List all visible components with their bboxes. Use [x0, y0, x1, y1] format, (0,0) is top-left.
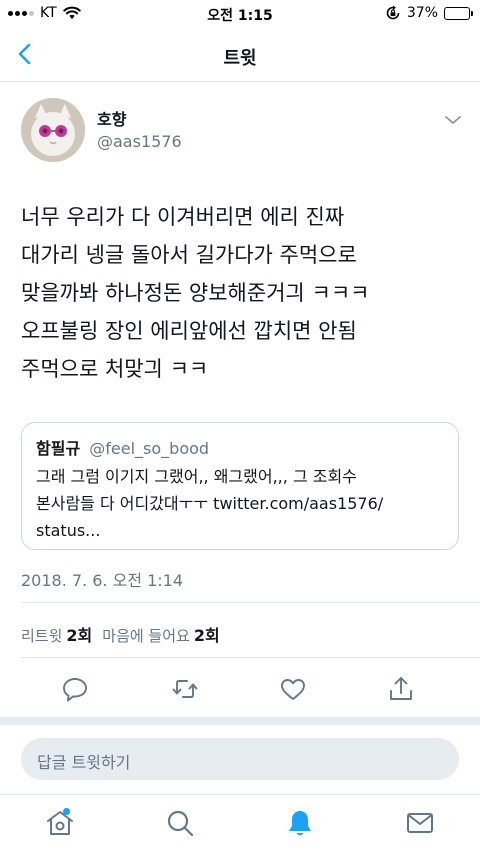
reply-icon [63, 678, 87, 702]
messages-icon [407, 813, 433, 833]
quoted-tweet-header: 함필규 @feel_so_bood [36, 435, 209, 459]
retweet-stat-label: 리트윗 [21, 627, 63, 645]
tweet-text-line: 오프불링 장인 에리앞에선 깝치면 안됨 [21, 319, 357, 343]
back-button[interactable] [10, 38, 42, 70]
page-title: 트윗 [223, 48, 257, 69]
tweet-detail-screen: KT 오전 1:15 37% 트윗 호향 @aas1576 너무 우리가 다 이… [0, 0, 480, 854]
avatar[interactable] [21, 98, 85, 162]
retweet-button[interactable] [170, 674, 200, 704]
quoted-author-handle: @feel_so_bood [89, 439, 210, 458]
share-button[interactable] [386, 674, 416, 704]
tweet-text-line: 대가리 넹글 돌아서 길가다가 주먹으로 [21, 243, 357, 267]
tab-search[interactable] [164, 807, 196, 839]
tweet-text-line: 주먹으로 처맞긔 ㅋㅋ [21, 357, 209, 381]
bottom-tab-bar [0, 794, 480, 854]
quoted-text-line: 그래 그럼 이기지 그랬어,, 왜그랬어,,, 그 조회수 [36, 467, 357, 486]
tweet-text: 너무 우리가 다 이겨버리면 에리 진짜 대가리 넹글 돌아서 길가다가 주먹으… [21, 198, 471, 388]
retweet-icon [172, 680, 198, 698]
quoted-author-name: 함필규 [36, 439, 81, 458]
tweet-timestamp: 2018. 7. 6. 오전 1:14 [21, 571, 184, 590]
nav-bar: 트윗 [0, 28, 480, 82]
like-count: 2회 [193, 626, 220, 645]
tab-messages[interactable] [404, 807, 436, 839]
engagement-stats: 리트윗 2회 마음에 들어요 2회 [21, 622, 220, 646]
status-bar: KT 오전 1:15 37% [0, 0, 480, 28]
home-icon [47, 811, 73, 835]
battery-icon [444, 6, 473, 20]
section-separator [0, 717, 480, 725]
quoted-tweet-card[interactable]: 함필규 @feel_so_bood 그래 그럼 이기지 그랬어,, 왜그랬어,,… [21, 422, 459, 550]
quoted-text-line: 본사람들 다 어디갔대ㅜㅜ twitter.com/aas1576/ [36, 494, 384, 513]
tweet-text-line: 맞을까봐 하나정돈 양보해준거긔 ㅋㅋㅋ [21, 281, 370, 305]
quoted-tweet-text: 그래 그럼 이기지 그랬어,, 왜그랬어,,, 그 조회수 본사람들 다 어디갔… [36, 463, 448, 544]
likes-stat[interactable]: 마음에 들어요 2회 [102, 626, 220, 645]
divider [21, 602, 480, 603]
tweet-text-line: 너무 우리가 다 이겨버리면 에리 진짜 [21, 205, 345, 229]
battery-percent: 37% [406, 5, 438, 21]
heart-icon [281, 679, 305, 700]
avatar-image [21, 98, 85, 162]
reply-input[interactable]: 답글 트윗하기 [21, 738, 459, 780]
chevron-down-icon [445, 116, 461, 124]
retweets-stat[interactable]: 리트윗 2회 [21, 626, 93, 645]
search-icon [167, 810, 194, 837]
author-handle[interactable]: @aas1576 [97, 132, 182, 151]
chevron-left-icon [18, 43, 31, 65]
quoted-text-line: status... [36, 521, 101, 540]
notifications-icon [289, 811, 311, 836]
divider [21, 657, 480, 658]
status-right: 37% [385, 5, 473, 21]
tweet-options-button[interactable] [440, 110, 466, 130]
share-icon [390, 677, 412, 700]
reply-placeholder: 답글 트윗하기 [37, 753, 131, 772]
tab-home[interactable] [44, 807, 76, 839]
retweet-count: 2회 [66, 626, 93, 645]
like-button[interactable] [278, 674, 308, 704]
author-name[interactable]: 호향 [97, 106, 126, 130]
reply-button[interactable] [60, 674, 90, 704]
tab-notifications[interactable] [284, 807, 316, 839]
rotation-lock-icon [386, 5, 400, 20]
unread-dot [63, 808, 70, 815]
like-stat-label: 마음에 들어요 [102, 627, 190, 645]
